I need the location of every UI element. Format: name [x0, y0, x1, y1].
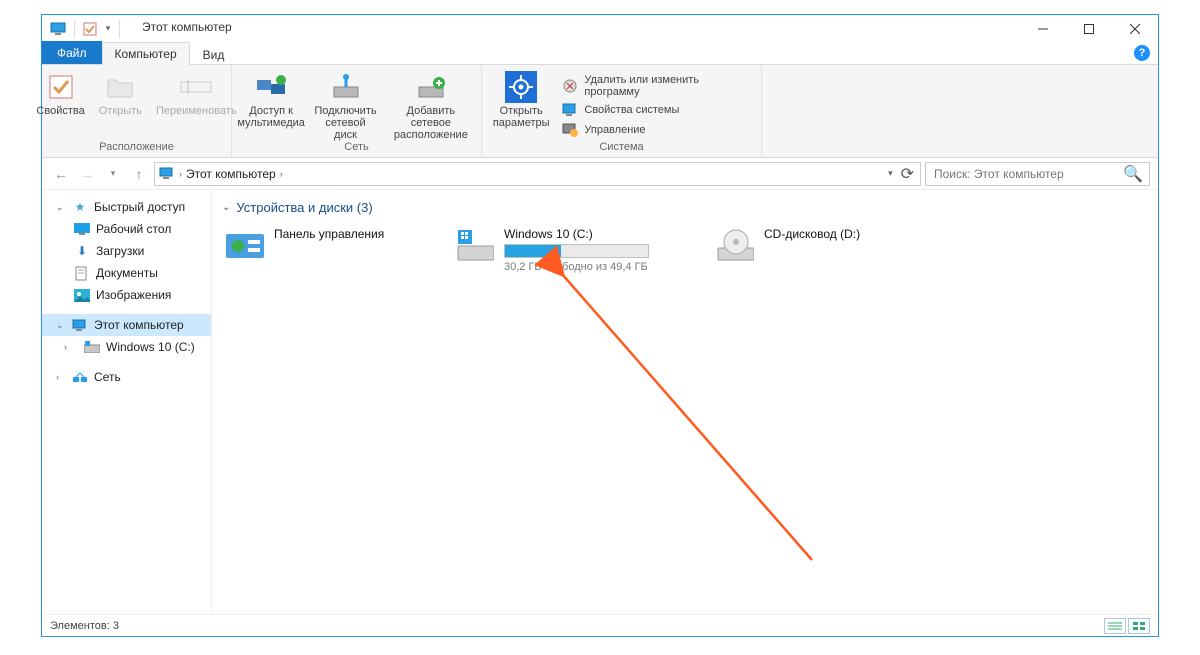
- uninstall-icon: [562, 78, 578, 94]
- gear-icon: [505, 71, 537, 103]
- group-location-label: Расположение: [50, 141, 223, 155]
- nav-network[interactable]: › Сеть: [42, 366, 211, 388]
- media-access-button[interactable]: Доступ к мультимедиа: [237, 69, 306, 141]
- window-title: Этот компьютер: [142, 20, 232, 34]
- forward-button[interactable]: →: [76, 163, 98, 185]
- nav-documents[interactable]: Документы: [42, 262, 211, 284]
- open-button: Открыть: [95, 69, 146, 141]
- control-panel-icon: [226, 227, 264, 265]
- this-pc-icon: [72, 317, 88, 333]
- open-settings-button[interactable]: Открыть параметры: [490, 69, 552, 141]
- search-box[interactable]: 🔍: [925, 162, 1150, 186]
- media-access-icon: [255, 71, 287, 103]
- section-header[interactable]: ⌄ Устройства и диски (3): [222, 196, 1148, 223]
- properties-button[interactable]: Свойства: [32, 69, 88, 141]
- ribbon-tabs: Файл Компьютер Вид ?: [42, 42, 1158, 65]
- add-network-location-button[interactable]: Добавить сетевое расположение: [385, 69, 476, 141]
- group-network-label: Сеть: [240, 141, 473, 155]
- add-network-location-icon: [415, 71, 447, 103]
- pictures-icon: [74, 287, 90, 303]
- address-bar[interactable]: › Этот компьютер › ▾ ⟳: [154, 162, 921, 186]
- chevron-right-icon[interactable]: ›: [179, 169, 182, 179]
- drive-c-name: Windows 10 (C:): [504, 227, 649, 241]
- nav-drive-c[interactable]: › Windows 10 (C:): [42, 336, 211, 358]
- back-button[interactable]: ←: [50, 163, 72, 185]
- item-drive-c[interactable]: Windows 10 (C:) 30,2 ГБ свободно из 49,4…: [452, 223, 682, 277]
- search-icon[interactable]: 🔍: [1123, 164, 1143, 184]
- content-pane[interactable]: ⌄ Устройства и диски (3) Панель управлен…: [212, 190, 1158, 614]
- star-icon: ★: [72, 199, 88, 215]
- network-icon: [72, 369, 88, 385]
- refresh-icon[interactable]: ⟳: [901, 164, 914, 184]
- rename-icon: [180, 71, 212, 103]
- open-icon: [104, 71, 136, 103]
- manage-icon: [562, 122, 578, 138]
- map-drive-icon: [330, 71, 362, 103]
- help-icon[interactable]: ?: [1134, 45, 1150, 61]
- minimize-button[interactable]: [1020, 15, 1066, 42]
- recent-locations-button[interactable]: ▾: [102, 163, 124, 185]
- drive-icon: [84, 339, 100, 355]
- nav-quick-access[interactable]: ⌄ ★ Быстрый доступ: [42, 196, 211, 218]
- map-drive-button[interactable]: Подключить сетевой диск: [312, 69, 380, 141]
- chevron-right-icon[interactable]: ›: [280, 169, 283, 179]
- item-control-panel[interactable]: Панель управления: [222, 223, 422, 277]
- status-bar: Элементов: 3: [42, 614, 1158, 636]
- tab-file[interactable]: Файл: [42, 41, 102, 64]
- up-button[interactable]: ↑: [128, 163, 150, 185]
- documents-icon: [74, 265, 90, 281]
- titlebar: ▾ Этот компьютер: [42, 15, 1158, 42]
- group-system-label: Система: [490, 141, 753, 155]
- nav-pane[interactable]: ⌄ ★ Быстрый доступ Рабочий стол ⬇ Загруз…: [42, 190, 212, 614]
- chevron-right-icon[interactable]: ›: [64, 342, 74, 352]
- close-button[interactable]: [1112, 15, 1158, 42]
- view-details-button[interactable]: [1104, 618, 1126, 634]
- properties-icon: [45, 71, 77, 103]
- search-input[interactable]: [932, 166, 1112, 182]
- chevron-down-icon[interactable]: ⌄: [222, 202, 230, 213]
- tab-computer[interactable]: Компьютер: [102, 42, 190, 65]
- quick-access-properties-icon[interactable]: [79, 18, 101, 40]
- nav-desktop[interactable]: Рабочий стол: [42, 218, 211, 240]
- status-elements-count: Элементов: 3: [50, 620, 119, 632]
- qat-dropdown-icon[interactable]: ▾: [101, 18, 115, 40]
- nav-pictures[interactable]: Изображения: [42, 284, 211, 306]
- file-explorer-window: ▾ Этот компьютер Файл Компьютер Вид ?: [41, 14, 1159, 637]
- chevron-down-icon[interactable]: ⌄: [56, 202, 66, 213]
- drive-c-usage-bar: [504, 244, 649, 258]
- drive-icon: [456, 227, 494, 265]
- nav-downloads[interactable]: ⬇ Загрузки: [42, 240, 211, 262]
- ribbon: Свойства Открыть Переименовать Расположе…: [42, 65, 1158, 158]
- maximize-button[interactable]: [1066, 15, 1112, 42]
- address-segment[interactable]: Этот компьютер: [186, 167, 276, 181]
- desktop-icon: [74, 221, 90, 237]
- system-properties-icon: [562, 102, 578, 118]
- item-cd-drive[interactable]: CD-дисковод (D:): [712, 223, 912, 277]
- this-pc-icon: [48, 18, 70, 40]
- tab-view[interactable]: Вид: [190, 43, 238, 65]
- address-bar-row: ← → ▾ ↑ › Этот компьютер › ▾ ⟳ 🔍: [42, 158, 1158, 189]
- uninstall-program-button[interactable]: Удалить или изменить программу: [558, 73, 753, 99]
- view-large-icons-button[interactable]: [1128, 618, 1150, 634]
- system-properties-button[interactable]: Свойства системы: [558, 101, 753, 119]
- downloads-icon: ⬇: [74, 243, 90, 259]
- nav-this-pc[interactable]: ⌄ Этот компьютер: [42, 314, 211, 336]
- manage-button[interactable]: Управление: [558, 121, 753, 139]
- drive-c-free-text: 30,2 ГБ свободно из 49,4 ГБ: [504, 261, 649, 273]
- chevron-right-icon[interactable]: ›: [56, 372, 66, 382]
- this-pc-small-icon: [159, 167, 175, 180]
- address-history-icon[interactable]: ▾: [888, 168, 893, 179]
- chevron-down-icon[interactable]: ⌄: [56, 320, 66, 331]
- cd-drive-icon: [716, 227, 754, 265]
- rename-button: Переименовать: [152, 69, 241, 141]
